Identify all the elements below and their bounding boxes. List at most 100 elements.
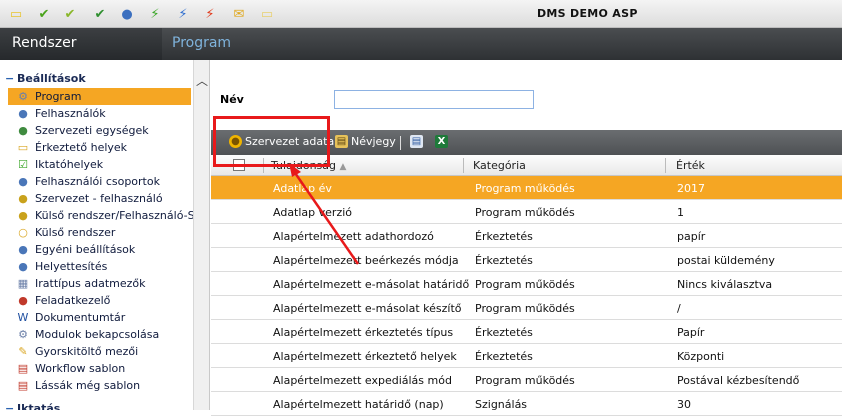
group-icon: ● bbox=[18, 175, 28, 188]
excel-export-button[interactable]: X bbox=[435, 135, 451, 148]
column-header-value[interactable]: Érték bbox=[676, 159, 705, 172]
row-selector[interactable] bbox=[211, 320, 263, 344]
lightning-blue-icon[interactable]: ⚡ bbox=[175, 6, 191, 22]
system-menu-label[interactable]: Rendszer bbox=[12, 35, 76, 51]
sidebar-item-17[interactable]: ▤ Workflow sablon bbox=[8, 360, 191, 377]
print-button[interactable]: ▤ bbox=[410, 135, 426, 148]
sidebar-item-label: Iktatóhelyek bbox=[35, 158, 104, 171]
table-row[interactable]: Alapértelmezett beérkezés módja Érkezteté… bbox=[211, 248, 842, 272]
cell-category: Érkeztetés bbox=[475, 350, 533, 363]
section-iktatas[interactable]: − Iktatás bbox=[5, 402, 60, 410]
word-icon: W bbox=[17, 311, 29, 324]
table-row[interactable]: Alapértelmezett expediálás mód Program mű… bbox=[211, 368, 842, 392]
header-left-panel: Rendszer bbox=[0, 28, 162, 60]
cell-category: Program működés bbox=[475, 302, 575, 315]
sidebar-item-label: Program bbox=[35, 90, 82, 103]
row-selector[interactable] bbox=[211, 200, 263, 224]
sidebar-item-label: Lássák még sablon bbox=[35, 379, 141, 392]
task-icon: ● bbox=[18, 294, 28, 307]
org-user-icon: ● bbox=[18, 192, 28, 205]
table-row[interactable]: Adatlap év Program működés 2017 bbox=[211, 176, 842, 200]
sidebar-item-label: Gyorskitöltő mezői bbox=[35, 345, 139, 358]
sidebar-item-12[interactable]: ▦ Irattípus adatmezők bbox=[8, 275, 191, 292]
row-selector[interactable] bbox=[211, 296, 263, 320]
org-units-icon: ● bbox=[18, 124, 28, 137]
sidebar-item-15[interactable]: ⚙ Modulok bekapcsolása bbox=[8, 326, 191, 343]
row-selector[interactable] bbox=[211, 176, 263, 200]
sidebar-item-3[interactable]: ● Szervezeti egységek bbox=[8, 122, 191, 139]
print-icon: ▤ bbox=[410, 135, 423, 148]
sidebar-item-9[interactable]: ○ Külső rendszer bbox=[8, 224, 191, 241]
annotation-highlight-box bbox=[213, 116, 330, 167]
window-title: DMS DEMO ASP bbox=[537, 7, 638, 20]
sidebar-item-7[interactable]: ● Szervezet - felhasználó bbox=[8, 190, 191, 207]
sidebar-item-label: Modulok bekapcsolása bbox=[35, 328, 160, 341]
lightning-red-icon[interactable]: ⚡ bbox=[202, 6, 218, 22]
cell-property: Alapértelmezett e-másolat készítő bbox=[273, 302, 462, 315]
row-selector[interactable] bbox=[211, 392, 263, 416]
sidebar-item-14[interactable]: W Dokumentumtár bbox=[8, 309, 191, 326]
section-beallitasok[interactable]: − Beállítások bbox=[5, 72, 86, 85]
sidebar-item-18[interactable]: ▤ Lássák még sablon bbox=[8, 377, 191, 394]
cell-value: papír bbox=[677, 230, 706, 243]
cell-value: 1 bbox=[677, 206, 684, 219]
top-toolbar: ▭ ✔ ✔ ✔ ● ⚡ ⚡ ⚡ ✉ ▭ DMS DEMO ASP bbox=[0, 0, 842, 28]
users-icon[interactable]: ● bbox=[119, 6, 135, 22]
collapse-icon[interactable]: − bbox=[5, 72, 17, 85]
scroll-up-icon[interactable]: ︿ bbox=[194, 72, 209, 88]
check-green-icon[interactable]: ✔ bbox=[36, 6, 52, 22]
sidebar-item-5[interactable]: ☑ Iktatóhelyek bbox=[8, 156, 191, 173]
sidebar: − Beállítások − Iktatás ⚙ Program ● Felhaszná… bbox=[0, 60, 210, 410]
sidebar-scrollbar[interactable]: ︿ bbox=[193, 60, 209, 410]
cell-category: Program működés bbox=[475, 374, 575, 387]
table-row[interactable]: Alapértelmezett e-másolat készítő Program… bbox=[211, 296, 842, 320]
row-selector[interactable] bbox=[211, 224, 263, 248]
business-card-button[interactable]: ▤ Névjegy bbox=[335, 135, 396, 148]
sidebar-item-10[interactable]: ● Egyéni beállítások bbox=[8, 241, 191, 258]
check-list-icon[interactable]: ✔ bbox=[92, 6, 108, 22]
sort-asc-icon: ▲ bbox=[339, 162, 347, 172]
business-card-icon: ▤ bbox=[335, 135, 348, 148]
lightning-green-icon[interactable]: ⚡ bbox=[147, 6, 163, 22]
cell-category: Program működés bbox=[475, 182, 575, 195]
cell-value: 30 bbox=[677, 398, 691, 411]
user-icon: ● bbox=[18, 107, 28, 120]
table-row[interactable]: Alapértelmezett adathordozó Érkeztetés pap… bbox=[211, 224, 842, 248]
sidebar-item-6[interactable]: ● Felhasználói csoportok bbox=[8, 173, 191, 190]
cell-value: Postával kézbesítendő bbox=[677, 374, 800, 387]
column-divider[interactable] bbox=[665, 158, 666, 173]
sidebar-item-2[interactable]: ● Felhasználók bbox=[8, 105, 191, 122]
cell-category: Szignálás bbox=[475, 398, 528, 411]
sidebar-item-16[interactable]: ✎ Gyorskitöltő mezői bbox=[8, 343, 191, 360]
sidebar-item-13[interactable]: ● Feladatkezelő bbox=[8, 292, 191, 309]
main-panel: Név ● Szervezet adatai ▤ Névjegy ▤ X Tul… bbox=[211, 60, 842, 416]
mail-icon[interactable]: ✉ bbox=[231, 6, 247, 22]
business-card-label: Névjegy bbox=[351, 135, 396, 148]
row-selector[interactable] bbox=[211, 248, 263, 272]
column-header-category[interactable]: Kategória bbox=[473, 159, 526, 172]
sidebar-item-4[interactable]: ▭ Érkeztető helyek bbox=[8, 139, 191, 156]
column-divider[interactable] bbox=[463, 158, 464, 173]
workflow-icon: ▤ bbox=[17, 362, 29, 375]
cell-property: Alapértelmezett e-másolat határidő bbox=[273, 278, 470, 291]
notepad-icon[interactable]: ▭ bbox=[259, 6, 275, 22]
table-row[interactable]: Alapértelmezett érkeztetés típus Érkeztet… bbox=[211, 320, 842, 344]
sidebar-item-label: Feladatkezelő bbox=[35, 294, 111, 307]
sidebar-item-label: Érkeztető helyek bbox=[35, 141, 128, 154]
note-icon[interactable]: ▭ bbox=[8, 6, 24, 22]
sidebar-item-8[interactable]: ● Külső rendszer/Felhasználó-Szerv bbox=[8, 207, 209, 224]
table-row[interactable]: Adatlap verzió Program működés 1 bbox=[211, 200, 842, 224]
row-selector[interactable] bbox=[211, 272, 263, 296]
sidebar-item-11[interactable]: ● Helyettesítés bbox=[8, 258, 191, 275]
row-selector[interactable] bbox=[211, 344, 263, 368]
name-filter-input[interactable] bbox=[334, 90, 534, 109]
cell-property: Alapértelmezett érkeztetés típus bbox=[273, 326, 454, 339]
cell-property: Alapértelmezett beérkezés módja bbox=[273, 254, 459, 267]
table-row[interactable]: Alapértelmezett határidő (nap) Szignálás 3… bbox=[211, 392, 842, 416]
row-selector[interactable] bbox=[211, 368, 263, 392]
double-check-icon[interactable]: ✔ bbox=[62, 6, 78, 22]
table-row[interactable]: Alapértelmezett érkeztető helyek Érkeztet… bbox=[211, 344, 842, 368]
sidebar-item-1[interactable]: ⚙ Program bbox=[8, 88, 191, 105]
table-row[interactable]: Alapértelmezett e-másolat határidő Progra… bbox=[211, 272, 842, 296]
collapse-icon[interactable]: − bbox=[5, 402, 17, 410]
